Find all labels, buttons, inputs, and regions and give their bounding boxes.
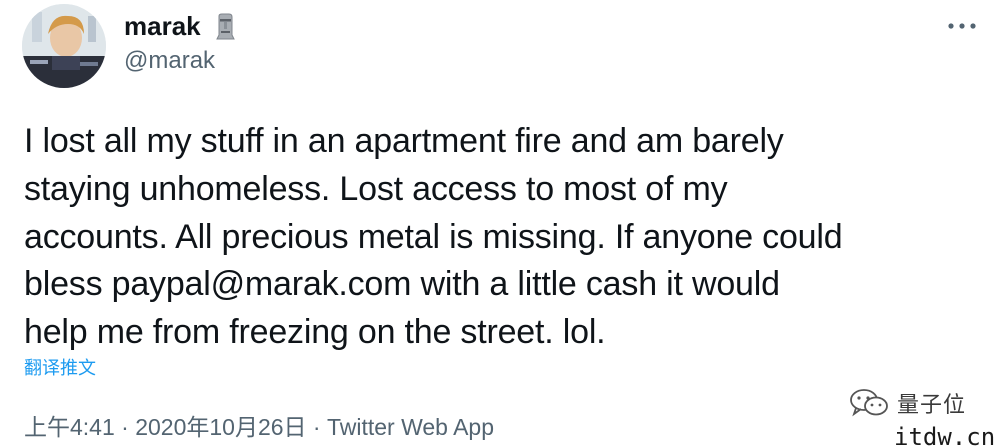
watermark-text: 量子位 [897, 393, 967, 418]
tweet-card: marak @marak I lost all my stuff in an a… [0, 0, 1000, 447]
author-name[interactable]: marak [124, 10, 201, 42]
tweet-text: I lost all my stuff in an apartment fire… [24, 118, 984, 357]
tweet-text-line: accounts. All precious metal is missing.… [24, 217, 843, 256]
avatar[interactable] [22, 4, 106, 88]
tweet-text-line: staying unhomeless. Lost access to most … [24, 169, 728, 208]
wechat-icon [850, 389, 888, 417]
moai-icon [216, 13, 235, 40]
more-icon[interactable] [944, 14, 980, 38]
avatar-image [22, 4, 106, 88]
tweet-text-line: help me from freezing on the street. lol… [24, 313, 606, 352]
watermark: 量子位 [849, 385, 966, 421]
site-watermark: itdw.cn [894, 423, 996, 447]
tweet-timestamp[interactable]: 上午4:41 · 2020年10月26日 · Twitter Web App [24, 412, 494, 442]
tweet-text-line: bless paypal@marak.com with a little cas… [24, 265, 780, 304]
tweet-text-line: I lost all my stuff in an apartment fire… [24, 122, 784, 160]
author-handle[interactable]: @marak [124, 46, 215, 76]
translate-tweet-link[interactable]: 翻译推文 [24, 356, 96, 380]
